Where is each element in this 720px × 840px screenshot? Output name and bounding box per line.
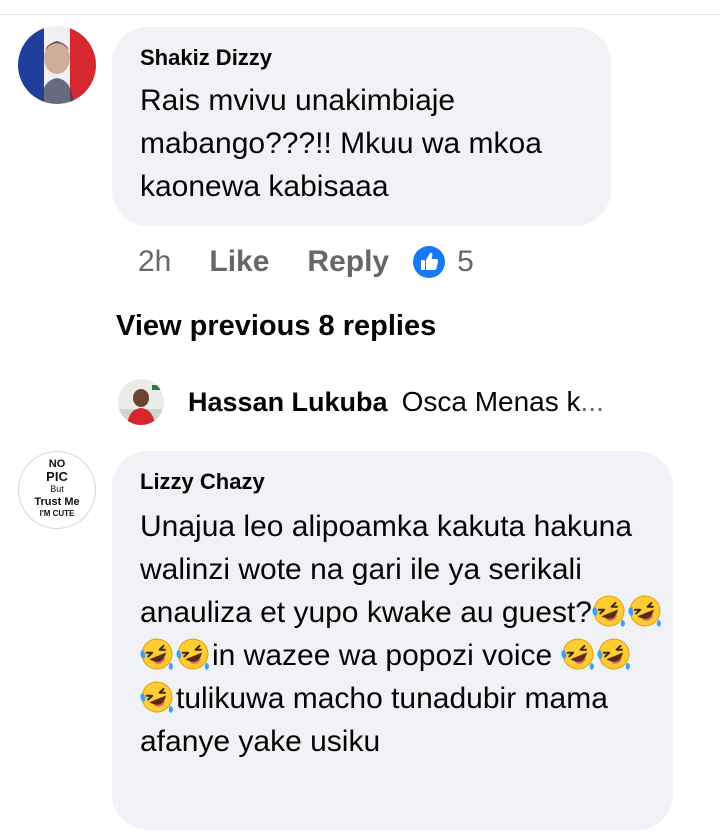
reply-preview-text: Osca Menas k	[401, 386, 581, 417]
laughing-emoji-icon	[176, 637, 210, 671]
laughing-emoji-icon	[140, 680, 174, 714]
view-previous-replies-link[interactable]: View previous 8 replies	[116, 310, 436, 343]
reply-author[interactable]: Hassan Lukuba	[188, 387, 388, 418]
laughing-emoji-icon	[140, 637, 174, 671]
comment-author[interactable]: Lizzy Chazy	[140, 469, 265, 495]
avatar[interactable]: NO PIC But Trust Me I'M CUTE	[18, 451, 96, 529]
laughing-emoji-icon	[560, 637, 595, 671]
comment-actions: 2h Like Reply 5	[138, 242, 474, 282]
comment-text: Rais mvivu unakimbiaje mabango???!! Mkuu…	[140, 84, 542, 203]
comment-timestamp[interactable]: 2h	[138, 245, 171, 279]
comment-author[interactable]: Shakiz Dizzy	[140, 45, 272, 71]
reply-button[interactable]: Reply	[307, 245, 389, 279]
avatar[interactable]	[18, 26, 96, 104]
svg-text:Trust Me: Trust Me	[34, 496, 79, 508]
reaction-count: 5	[457, 245, 474, 278]
top-divider	[0, 14, 720, 15]
like-button[interactable]: Like	[209, 245, 269, 279]
reaction-summary[interactable]: 5	[413, 245, 474, 279]
svg-text:PIC: PIC	[46, 469, 68, 484]
laughing-emoji-icon	[628, 594, 662, 628]
thumbs-up-icon	[413, 246, 446, 278]
avatar[interactable]	[118, 379, 164, 425]
svg-text:I'M CUTE: I'M CUTE	[40, 509, 75, 518]
reply-ellipsis: ...	[580, 386, 604, 417]
comment-text: Unajua leo alipoamka kakuta hakuna walin…	[140, 505, 665, 763]
laughing-emoji-icon	[592, 594, 626, 628]
svg-text:But: But	[50, 484, 64, 494]
comment-text-part: Unajua leo alipoamka kakuta hakuna walin…	[140, 510, 632, 629]
comment-text-part: in wazee wa popozi voice	[212, 639, 561, 672]
comment-text-part: tulikuwa macho tunadubir mama afanye yak…	[140, 682, 608, 758]
laughing-emoji-icon	[596, 637, 631, 671]
reply-preview-row[interactable]: Hassan Lukuba Osca Menas k...	[118, 379, 678, 425]
